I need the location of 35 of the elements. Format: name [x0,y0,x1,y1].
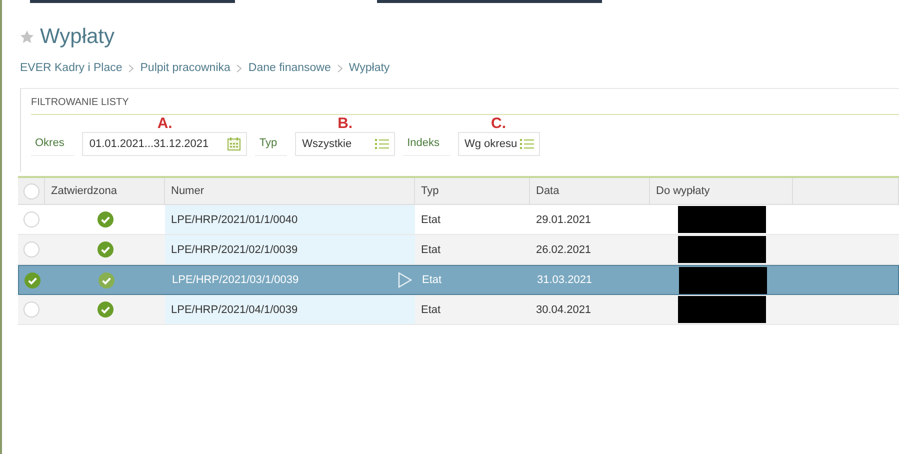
table-cell: Etat [421,244,441,256]
breadcrumb-link[interactable]: Pulpit pracownika [140,62,230,74]
column-header[interactable]: Typ [421,185,439,197]
page-title: Wypłaty [40,25,114,49]
table-cell: 29.01.2021 [536,214,592,226]
breadcrumb-link[interactable]: EVER Kadry i Place [20,62,122,74]
table-cell: 30.04.2021 [536,304,592,316]
table-cell: Etat [422,274,442,286]
table-cell: LPE/HRP/2021/04/1/0039 [171,304,298,316]
column-header[interactable]: Do wypłaty [656,185,710,197]
dropdown-field[interactable]: Wszystkie [295,132,396,156]
table-cell: Etat [421,214,441,226]
table-row[interactable]: LPE/HRP/2021/02/1/0039 Etat 26.02.2021 [18,235,899,265]
annotation-letter: B. [338,115,353,132]
filter-label: Indeks [403,137,450,156]
filter-label: Okres [31,137,74,156]
table-row[interactable]: LPE/HRP/2021/04/1/0039 Etat 30.04.2021 [18,295,899,325]
date-range-field[interactable]: 01.01.2021...31.12.2021 [82,132,248,156]
dropdown-field[interactable]: Wg okresu [458,132,540,156]
table-cell: LPE/HRP/2021/02/1/0039 [171,244,298,256]
breadcrumb-link[interactable]: Dane finansowe [248,62,331,74]
column-header[interactable]: Numer [171,185,204,197]
filter-label: Typ [255,137,288,156]
table-row[interactable]: LPE/HRP/2021/01/1/0040 Etat 29.01.2021 [18,205,899,235]
breadcrumb-link[interactable]: Wypłaty [348,62,390,74]
column-header[interactable]: Data [536,185,560,197]
table-cell: 31.03.2021 [537,274,592,286]
annotation-letter: C. [491,115,506,132]
column-header[interactable]: Zatwierdzona [51,185,118,197]
annotation-letter: A. [157,115,172,132]
panel-title: FILTROWANIE LISTY [31,97,129,108]
table-cell: Etat [421,304,441,316]
table-cell: LPE/HRP/2021/01/1/0040 [171,214,298,226]
table-cell: LPE/HRP/2021/03/1/0039 [172,274,299,286]
table-cell: 26.02.2021 [536,244,592,256]
